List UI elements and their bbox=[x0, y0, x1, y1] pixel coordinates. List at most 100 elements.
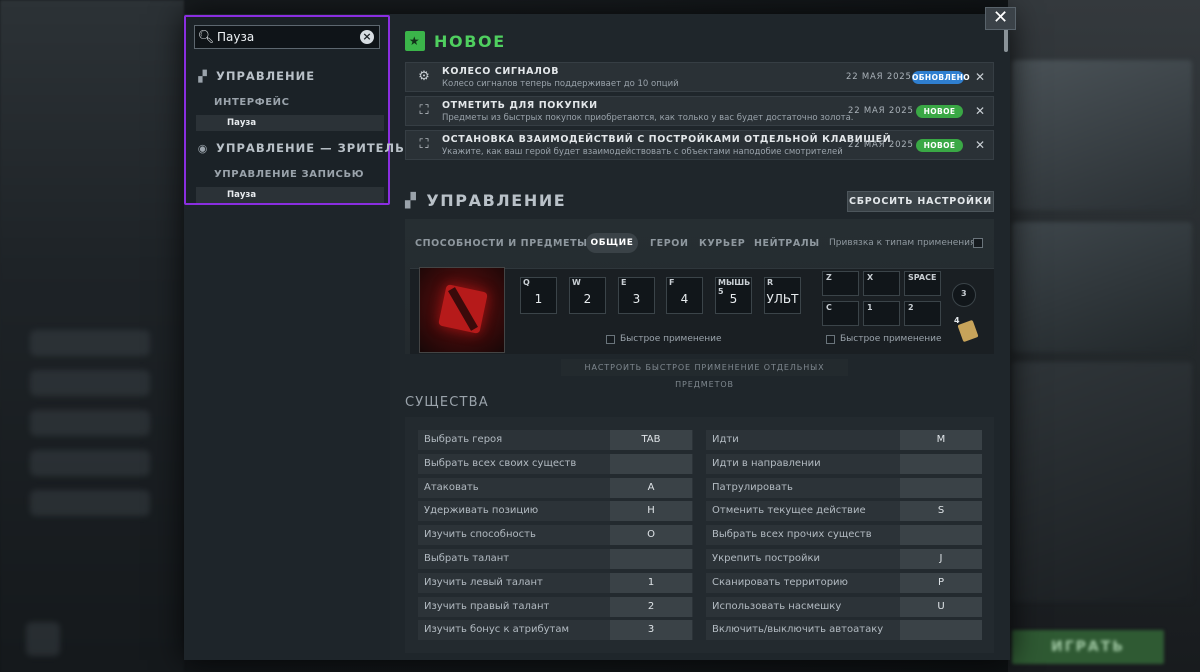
news-item-title: ОСТАНОВКА ВЗАИМОДЕЙСТВИЙ С ПОСТРОЙКАМИ О… bbox=[442, 134, 892, 145]
keybind-row: Выбрать всех своих существ bbox=[418, 453, 693, 474]
keybind-key[interactable]: TAB bbox=[610, 430, 692, 450]
keybind-row: Укрепить постройки J bbox=[706, 549, 982, 569]
background-card bbox=[1012, 60, 1192, 210]
tab-heroes[interactable]: ГЕРОИ bbox=[650, 238, 689, 249]
ability-slot[interactable]: W2 bbox=[569, 277, 606, 314]
search-result-item[interactable]: Пауза bbox=[196, 115, 384, 131]
tab-courier[interactable]: КУРЬЕР bbox=[699, 238, 745, 249]
ability-slot[interactable]: МЫШЬ 55 bbox=[715, 277, 752, 314]
configure-quick-cast-link[interactable]: НАСТРОИТЬ БЫСТРОЕ ПРИМЕНЕНИЕ ОТДЕЛЬНЫХ П… bbox=[561, 359, 848, 389]
search-result-heading[interactable]: ▞ УПРАВЛЕНИЕ bbox=[196, 69, 315, 83]
keybind-key[interactable] bbox=[900, 620, 982, 641]
bind-type-checkbox[interactable] bbox=[973, 238, 983, 248]
item-slot[interactable]: 1 bbox=[863, 301, 900, 326]
keybind-key[interactable]: A bbox=[610, 477, 692, 498]
keybind-row: Атаковать A bbox=[418, 477, 693, 498]
ability-slot[interactable]: Q1 bbox=[520, 277, 557, 314]
search-input[interactable]: 🔍︎ Пауза × bbox=[194, 25, 380, 49]
keybind-key[interactable]: H bbox=[610, 501, 692, 522]
keybind-key[interactable]: P bbox=[900, 572, 982, 593]
keybind-row: Изучить бонус к атрибутам 3 bbox=[418, 620, 693, 641]
keybind-label: Атаковать bbox=[424, 481, 479, 493]
keybind-row: Выбрать всех прочих существ bbox=[706, 525, 982, 546]
keybind-key[interactable]: M bbox=[900, 430, 982, 450]
bind-type-label: Привязка к типам применения bbox=[829, 238, 976, 248]
keybind-key[interactable]: 2 bbox=[610, 596, 692, 617]
keybind-key[interactable] bbox=[610, 453, 692, 474]
dismiss-icon[interactable]: ✕ bbox=[975, 104, 985, 118]
item-slot[interactable]: 2 bbox=[904, 301, 941, 326]
keybind-label: Изучить правый талант bbox=[424, 600, 550, 612]
news-item-date: 22 МАЯ 2025 bbox=[848, 140, 914, 150]
keybind-label: Сканировать территорию bbox=[712, 576, 848, 588]
ability-slot[interactable]: F4 bbox=[666, 277, 703, 314]
news-item[interactable]: ⚙ КОЛЕСО СИГНАЛОВ Колесо сигналов теперь… bbox=[405, 62, 994, 92]
shop-icon: ⛶ bbox=[419, 103, 429, 118]
tp-scroll-slot[interactable]: 3 bbox=[952, 283, 976, 307]
item-slot[interactable]: X bbox=[863, 271, 900, 296]
keybind-label: Изучить левый талант bbox=[424, 576, 543, 588]
keybind-label: Использовать насмешку bbox=[712, 600, 842, 612]
background-blur bbox=[30, 370, 150, 396]
spectator-icon: ◉ bbox=[197, 141, 209, 155]
search-result-item[interactable]: Пауза bbox=[196, 187, 384, 203]
scroll-icon bbox=[957, 319, 979, 343]
keybind-row: Идти M bbox=[706, 430, 982, 450]
keybind-label: Выбрать всех прочих существ bbox=[712, 529, 872, 541]
news-item-date: 22 МАЯ 2025 bbox=[846, 72, 912, 82]
keybind-key[interactable]: 1 bbox=[610, 572, 692, 593]
keybind-row: Отменить текущее действие S bbox=[706, 501, 982, 522]
keybind-label: Патрулировать bbox=[712, 481, 793, 493]
controls-icon: ▞ bbox=[198, 69, 208, 83]
ability-slot[interactable]: E3 bbox=[618, 277, 655, 314]
background-card bbox=[1012, 222, 1192, 352]
controls-section-title: ▞ УПРАВЛЕНИЕ bbox=[405, 191, 567, 210]
news-item[interactable]: ⛶ ОТМЕТИТЬ ДЛЯ ПОКУПКИ Предметы из быстр… bbox=[405, 96, 994, 126]
keybind-key[interactable] bbox=[900, 525, 982, 546]
hero-portrait bbox=[419, 267, 505, 353]
close-button[interactable]: ✕ bbox=[985, 7, 1016, 30]
keybind-key[interactable]: U bbox=[900, 596, 982, 617]
keybind-key[interactable] bbox=[900, 453, 982, 474]
building-icon: ⛶ bbox=[419, 137, 429, 152]
keybind-row: Удерживать позицию H bbox=[418, 501, 693, 522]
gear-icon: ⚙ bbox=[418, 69, 430, 84]
keybind-key[interactable]: J bbox=[900, 549, 982, 569]
keybind-key[interactable] bbox=[900, 477, 982, 498]
keybind-label: Выбрать героя bbox=[424, 434, 503, 445]
background-blur bbox=[30, 330, 150, 356]
dismiss-icon[interactable]: ✕ bbox=[975, 138, 985, 152]
tab-neutrals[interactable]: НЕЙТРАЛЫ bbox=[754, 238, 820, 249]
item-slot[interactable]: C bbox=[822, 301, 859, 326]
search-result-category[interactable]: УПРАВЛЕНИЕ ЗАПИСЬЮ bbox=[214, 169, 364, 180]
tab-general[interactable]: ОБЩИЕ bbox=[586, 233, 638, 253]
keybind-key[interactable]: S bbox=[900, 501, 982, 522]
news-section-title: ★ НОВОЕ bbox=[405, 31, 506, 51]
keybind-label: Включить/выключить автоатаку bbox=[712, 624, 884, 636]
item-quick-cast-toggle[interactable]: Быстрое применение bbox=[826, 334, 942, 344]
quick-cast-checkbox[interactable] bbox=[606, 334, 615, 344]
play-button[interactable]: ИГРАТЬ bbox=[1012, 630, 1164, 664]
news-item-title: КОЛЕСО СИГНАЛОВ bbox=[442, 66, 560, 77]
search-result-category[interactable]: ИНТЕРФЕЙС bbox=[214, 97, 290, 108]
item-slot[interactable]: SPACE bbox=[904, 271, 941, 296]
dismiss-icon[interactable]: ✕ bbox=[975, 70, 985, 84]
keybind-key[interactable]: 3 bbox=[610, 620, 692, 641]
ability-slot[interactable]: R УЛЬТ bbox=[764, 277, 801, 314]
search-result-heading[interactable]: ◉ УПРАВЛЕНИЕ — ЗРИТЕЛЬ bbox=[196, 141, 405, 155]
keybind-key[interactable]: O bbox=[610, 525, 692, 546]
units-section-title: СУЩЕСТВА bbox=[405, 395, 489, 410]
keybind-row: Выбрать талант bbox=[418, 549, 693, 569]
quick-cast-toggle[interactable]: Быстрое применение bbox=[606, 334, 722, 344]
item-quick-cast-checkbox[interactable] bbox=[826, 334, 835, 344]
news-item[interactable]: ⛶ ОСТАНОВКА ВЗАИМОДЕЙСТВИЙ С ПОСТРОЙКАМИ… bbox=[405, 130, 994, 160]
keybind-key[interactable] bbox=[610, 549, 692, 569]
background-blur bbox=[30, 490, 150, 516]
reset-settings-button[interactable]: СБРОСИТЬ НАСТРОЙКИ bbox=[847, 191, 994, 212]
item-slot[interactable]: Z bbox=[822, 271, 859, 296]
keybind-row: Изучить правый талант 2 bbox=[418, 596, 693, 617]
keybind-row: Использовать насмешку U bbox=[706, 596, 982, 617]
clear-search-icon[interactable]: × bbox=[360, 30, 374, 44]
search-value: Пауза bbox=[217, 30, 255, 44]
neutral-item-slot[interactable]: 4 bbox=[954, 316, 980, 343]
